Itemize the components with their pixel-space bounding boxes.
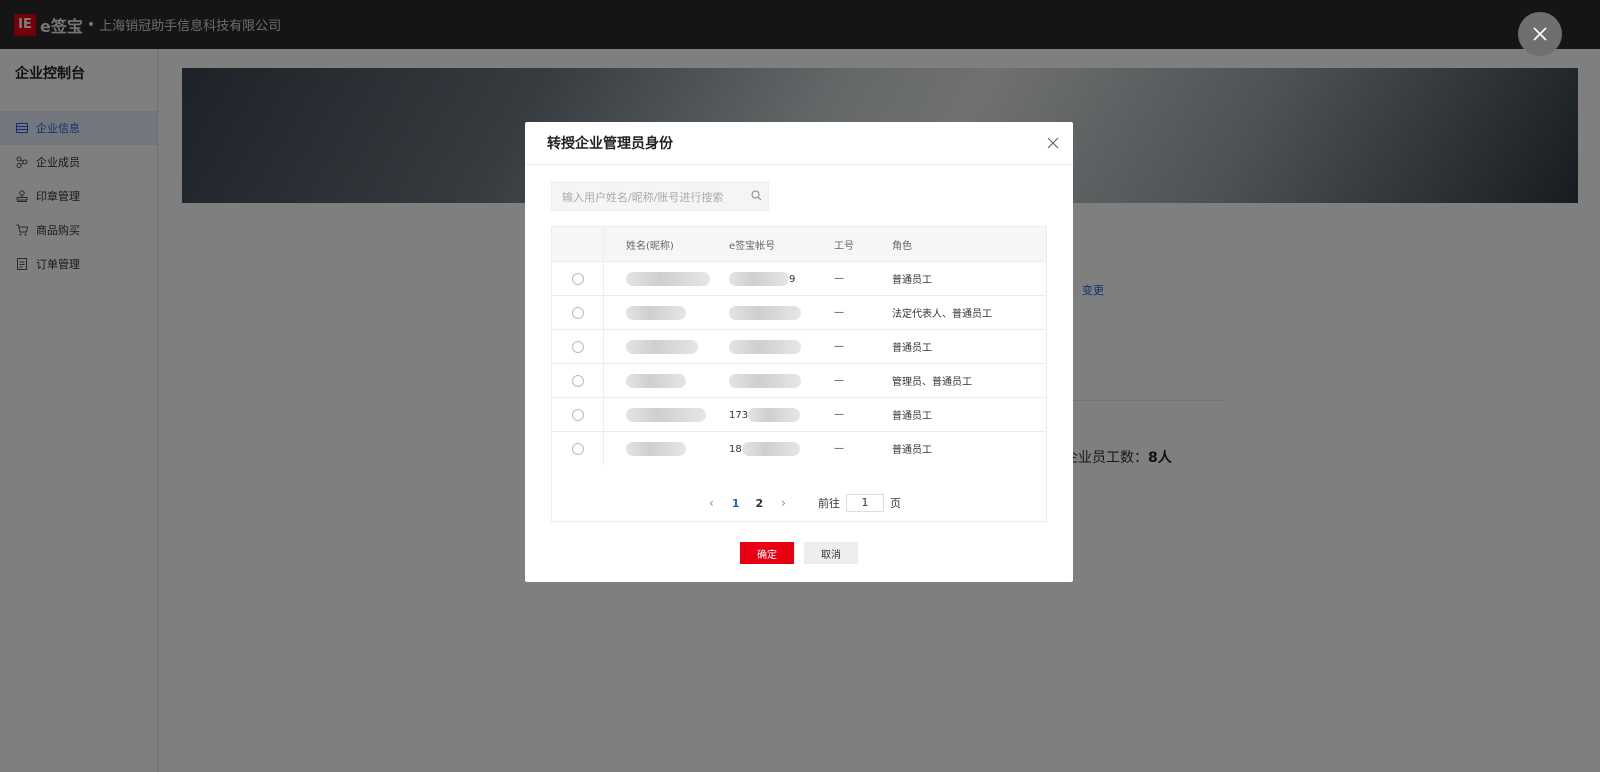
dialog-close-icon[interactable] — [1047, 134, 1059, 153]
redacted-account — [729, 271, 789, 286]
redacted-account — [741, 441, 800, 456]
table-header: 姓名(昵称) e签宝帐号 工号 角色 — [552, 227, 1046, 261]
column-header-account: e签宝帐号 — [729, 240, 776, 252]
member-name — [604, 373, 709, 388]
row-select[interactable] — [552, 364, 604, 397]
column-header-role: 角色 — [892, 240, 912, 252]
member-role: 管理员、普通员工 — [892, 377, 972, 388]
row-select[interactable] — [552, 330, 604, 363]
redacted-account — [748, 407, 801, 422]
radio-button[interactable] — [571, 408, 584, 421]
account-visible-part: 18 — [729, 443, 742, 455]
page-1[interactable]: 1 — [732, 497, 740, 510]
member-name — [604, 441, 709, 456]
member-account — [709, 339, 814, 354]
redacted-name — [626, 305, 686, 320]
member-account: 9 — [709, 271, 814, 286]
member-name — [604, 339, 709, 354]
table-row[interactable]: — 管理员、普通员工 — [552, 363, 1046, 397]
row-select[interactable] — [552, 398, 604, 431]
redacted-name — [626, 271, 710, 286]
member-search-box[interactable]: 输入用户姓名/昵称/账号进行搜索 — [551, 182, 769, 211]
member-employee-no: — — [834, 409, 844, 420]
table-row[interactable]: — 普通员工 — [552, 329, 1046, 363]
close-icon[interactable] — [1518, 12, 1562, 56]
member-role: 法定代表人、普通员工 — [892, 309, 992, 320]
table-row[interactable]: — 法定代表人、普通员工 — [552, 295, 1046, 329]
member-role: 普通员工 — [892, 445, 932, 456]
table-row[interactable]: 173 — 普通员工 — [552, 397, 1046, 431]
member-account — [709, 373, 814, 388]
radio-button[interactable] — [571, 306, 584, 319]
member-employee-no: — — [834, 273, 844, 284]
column-header-name: 姓名(昵称) — [626, 240, 674, 252]
redacted-name — [626, 441, 686, 456]
goto-page-input[interactable]: 1 — [845, 494, 884, 512]
radio-button[interactable] — [571, 272, 584, 285]
redacted-name — [626, 373, 686, 388]
redacted-name — [626, 407, 706, 422]
page-2[interactable]: 2 — [756, 497, 764, 510]
redacted-account — [729, 373, 801, 388]
row-select[interactable] — [552, 432, 604, 465]
radio-button[interactable] — [571, 374, 584, 387]
search-icon[interactable] — [744, 190, 768, 204]
member-name — [604, 271, 710, 286]
member-name — [604, 407, 709, 422]
member-name — [604, 305, 709, 320]
redacted-account — [729, 339, 801, 354]
member-account: 18 — [709, 441, 814, 456]
member-table: 姓名(昵称) e签宝帐号 工号 角色 9 — 普通员工 — 法定代表人、普通员工… — [551, 226, 1047, 522]
row-select[interactable] — [552, 262, 604, 295]
member-employee-no: — — [834, 307, 844, 318]
column-header-employee-no: 工号 — [834, 240, 854, 252]
prev-page-icon[interactable]: ‹ — [709, 496, 714, 510]
member-role: 普通员工 — [892, 411, 932, 422]
radio-button[interactable] — [571, 442, 584, 455]
member-role: 普通员工 — [892, 343, 932, 354]
pagination: ‹ 1 2 › 前往 1 页 — [552, 483, 1048, 523]
page-suffix: 页 — [889, 497, 901, 510]
goto-label: 前往 — [817, 497, 840, 510]
transfer-admin-dialog: 转授企业管理员身份 输入用户姓名/昵称/账号进行搜索 姓名(昵称) e签宝帐号 … — [525, 122, 1073, 582]
row-select[interactable] — [552, 296, 604, 329]
member-role: 普通员工 — [892, 275, 932, 286]
member-account — [709, 305, 814, 320]
dialog-title: 转授企业管理员身份 — [547, 136, 673, 152]
table-row[interactable]: 9 — 普通员工 — [552, 261, 1046, 295]
account-visible-part: 173 — [729, 409, 749, 421]
member-account: 173 — [709, 407, 814, 422]
table-row[interactable]: 18 — 普通员工 — [552, 431, 1046, 465]
next-page-icon[interactable]: › — [781, 496, 786, 510]
confirm-button[interactable]: 确定 — [740, 542, 794, 564]
dialog-header: 转授企业管理员身份 — [525, 122, 1073, 165]
search-input[interactable]: 输入用户姓名/昵称/账号进行搜索 — [562, 189, 744, 205]
redacted-account — [729, 305, 801, 320]
member-employee-no: — — [834, 443, 844, 454]
member-employee-no: — — [834, 375, 844, 386]
radio-button[interactable] — [571, 340, 584, 353]
member-employee-no: — — [834, 341, 844, 352]
header-select-cell — [552, 227, 604, 261]
account-visible-part: 9 — [789, 273, 796, 285]
cancel-button[interactable]: 取消 — [804, 542, 858, 564]
redacted-name — [626, 339, 698, 354]
